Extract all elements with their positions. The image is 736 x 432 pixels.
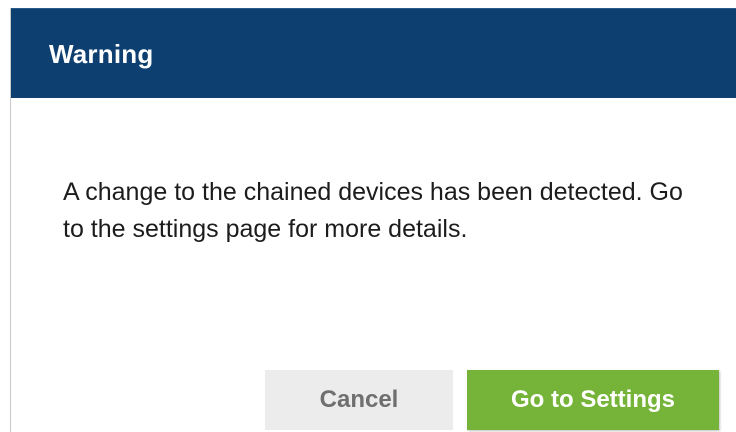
warning-dialog: Warning A change to the chained devices … xyxy=(10,8,736,432)
dialog-message: A change to the chained devices has been… xyxy=(63,178,683,243)
cancel-button[interactable]: Cancel xyxy=(265,370,453,430)
dialog-header: Warning xyxy=(11,8,736,98)
dialog-title: Warning xyxy=(49,39,154,69)
go-to-settings-button[interactable]: Go to Settings xyxy=(467,370,719,430)
